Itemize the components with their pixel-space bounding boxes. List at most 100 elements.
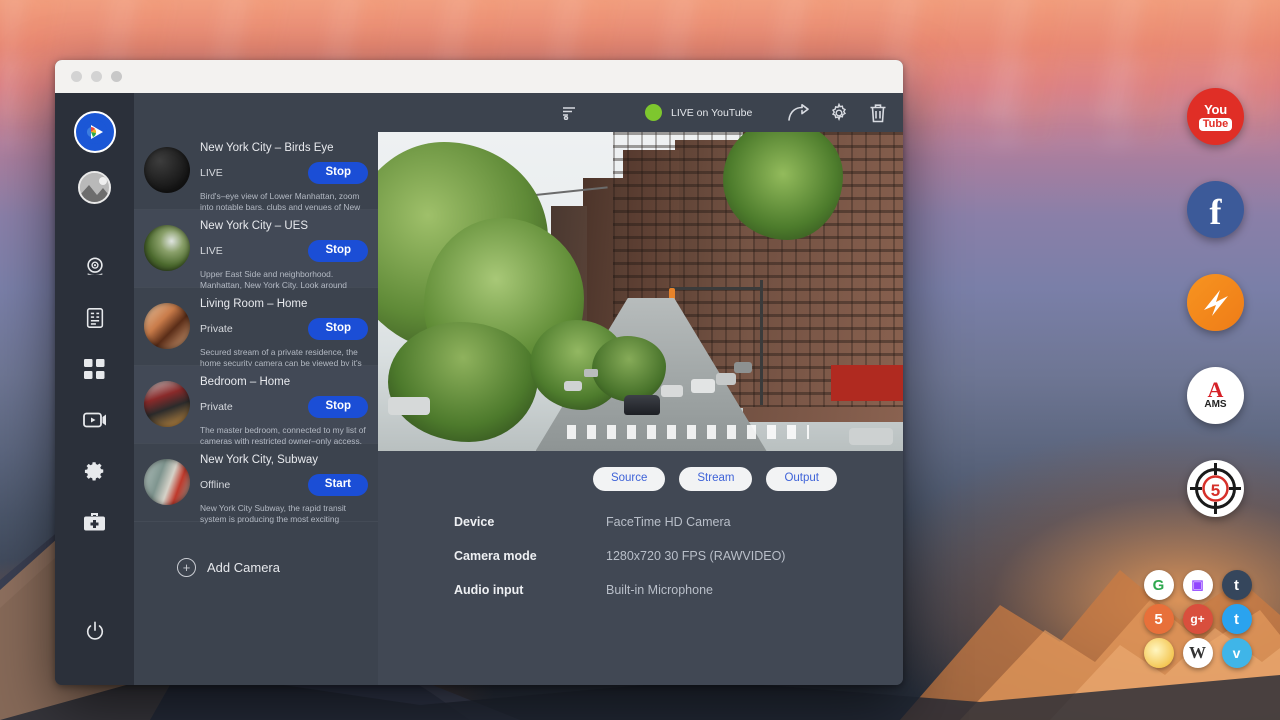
camera-info: Living Room – Home Private Stop Secured … [200, 295, 368, 365]
camera-list-item[interactable]: New York City – UES LIVE Stop Upper East… [134, 210, 378, 288]
sidebar-item-support[interactable] [72, 497, 118, 547]
tree-canopy [592, 336, 666, 402]
delete-button[interactable] [869, 103, 887, 123]
gear-icon [84, 460, 106, 482]
desktop-icon-facebook[interactable]: f [1187, 181, 1244, 238]
sort-filter-button[interactable] [562, 105, 577, 120]
lightning-bolt-icon [1196, 283, 1236, 323]
share-arrow-icon [788, 104, 809, 122]
camera-title: New York City – UES [200, 220, 368, 232]
preview-toolbar: LIVE on YouTube [378, 93, 903, 132]
ams-label: AMS [1204, 399, 1226, 410]
desktop-icon-wowza[interactable] [1187, 274, 1244, 331]
sidebar-item-settings[interactable] [72, 446, 118, 496]
youtube-word-you: You [1204, 103, 1227, 116]
tab-source[interactable]: Source [593, 467, 665, 491]
camera-state: Private [200, 401, 233, 413]
app-window: New York City – Birds Eye LIVE Stop Bird… [55, 60, 903, 685]
tab-output[interactable]: Output [766, 467, 837, 491]
camera-thumbnail [144, 147, 190, 193]
car [624, 395, 660, 415]
sidebar-item-cameras[interactable] [72, 242, 118, 292]
window-titlebar [55, 60, 903, 93]
sidebar-item-avatar[interactable] [78, 171, 111, 204]
live-indicator-dot [645, 104, 662, 121]
crosswalk [567, 425, 809, 439]
desktop-grid-icon-g[interactable]: G [1144, 570, 1174, 600]
device-specs: Device FaceTime HD Camera Camera mode 12… [378, 491, 903, 617]
facebook-glyph: f [1210, 194, 1222, 230]
camera-toggle-button[interactable]: Stop [308, 240, 368, 262]
avatar-icon [80, 173, 111, 204]
settings-button[interactable] [829, 103, 849, 123]
car [691, 379, 715, 393]
desktop-icon-periscope[interactable]: 5 [1187, 460, 1244, 517]
preview-panel: LIVE on YouTube [378, 93, 903, 685]
sidebar-item-broadcast[interactable] [72, 395, 118, 445]
sidebar [55, 93, 134, 685]
play-logo-icon [82, 119, 108, 145]
video-preview[interactable] [378, 132, 903, 451]
tree-canopy [388, 322, 538, 442]
add-camera-button[interactable]: + Add Camera [134, 522, 378, 577]
camera-toggle-button[interactable]: Start [308, 474, 368, 496]
car [564, 381, 582, 391]
desktop-grid-icon-tumblr[interactable]: t [1222, 570, 1252, 600]
preview-tabs: Source Stream Output [378, 451, 903, 491]
desktop-grid-icon-twitter[interactable]: t [1222, 604, 1252, 634]
svg-text:5: 5 [1211, 481, 1220, 500]
toolbar-actions [788, 103, 887, 123]
vimeo-glyph: v [1233, 645, 1241, 661]
sidebar-item-dashboard[interactable] [72, 344, 118, 394]
desktop-grid-icon-vimeo[interactable]: v [1222, 638, 1252, 668]
camera-list-panel: New York City – Birds Eye LIVE Stop Bird… [134, 93, 378, 685]
add-camera-label: Add Camera [207, 560, 280, 575]
camera-status-row: LIVE Stop [200, 162, 368, 184]
car [849, 428, 893, 445]
window-close-button[interactable] [71, 71, 82, 82]
camera-list-item[interactable]: New York City – Birds Eye LIVE Stop Bird… [134, 132, 378, 210]
camera-info: New York City – UES LIVE Stop Upper East… [200, 217, 368, 287]
plus-icon: + [177, 558, 196, 577]
camera-toggle-button[interactable]: Stop [308, 396, 368, 418]
traffic-light-pole [760, 280, 763, 405]
camera-list-item[interactable]: Living Room – Home Private Stop Secured … [134, 288, 378, 366]
camera-toggle-button[interactable]: Stop [308, 318, 368, 340]
camera-title: New York City – Birds Eye [200, 142, 368, 154]
window-minimize-button[interactable] [91, 71, 102, 82]
gear-icon [829, 103, 849, 123]
desktop-icon-adobe-ams[interactable]: A AMS [1187, 367, 1244, 424]
sidebar-item-logs[interactable] [72, 293, 118, 343]
spec-label-device: Device [454, 515, 606, 529]
camera-status-row: LIVE Stop [200, 240, 368, 262]
share-button[interactable] [788, 104, 809, 122]
camera-thumbnail [144, 303, 190, 349]
camera-toggle-button[interactable]: Stop [308, 162, 368, 184]
sidebar-item-power[interactable] [72, 606, 118, 656]
camera-list-item[interactable]: Bedroom – Home Private Stop The master b… [134, 366, 378, 444]
camera-info: New York City, Subway Offline Start New … [200, 451, 368, 521]
wordpress-glyph: W [1189, 643, 1206, 663]
spec-row: Camera mode 1280x720 30 FPS (RAWVIDEO) [454, 549, 903, 563]
document-list-icon [85, 307, 105, 329]
live-status-label: LIVE on YouTube [671, 107, 752, 119]
sidebar-item-logo[interactable] [74, 111, 116, 153]
camera-state: LIVE [200, 245, 223, 257]
spec-row: Device FaceTime HD Camera [454, 515, 903, 529]
desktop-grid-icon-google-plus[interactable]: g+ [1183, 604, 1213, 634]
desktop-grid-icon-sun[interactable] [1144, 638, 1174, 668]
camera-info: New York City – Birds Eye LIVE Stop Bird… [200, 139, 368, 209]
tab-stream[interactable]: Stream [679, 467, 752, 491]
camera-title: Bedroom – Home [200, 376, 368, 388]
camera-list-item[interactable]: New York City, Subway Offline Start New … [134, 444, 378, 522]
webcam-icon [84, 256, 106, 278]
desktop-grid-icon-twitch[interactable]: ▣ [1183, 570, 1213, 600]
trash-icon [869, 103, 887, 123]
live-status: LIVE on YouTube [645, 104, 752, 121]
video-icon [83, 411, 107, 429]
tumblr-glyph: t [1234, 577, 1239, 594]
window-zoom-button[interactable] [111, 71, 122, 82]
desktop-grid-icon-wordpress[interactable]: W [1183, 638, 1213, 668]
desktop-grid-icon-five[interactable]: 5 [1144, 604, 1174, 634]
desktop-icon-youtube[interactable]: You Tube [1187, 88, 1244, 145]
